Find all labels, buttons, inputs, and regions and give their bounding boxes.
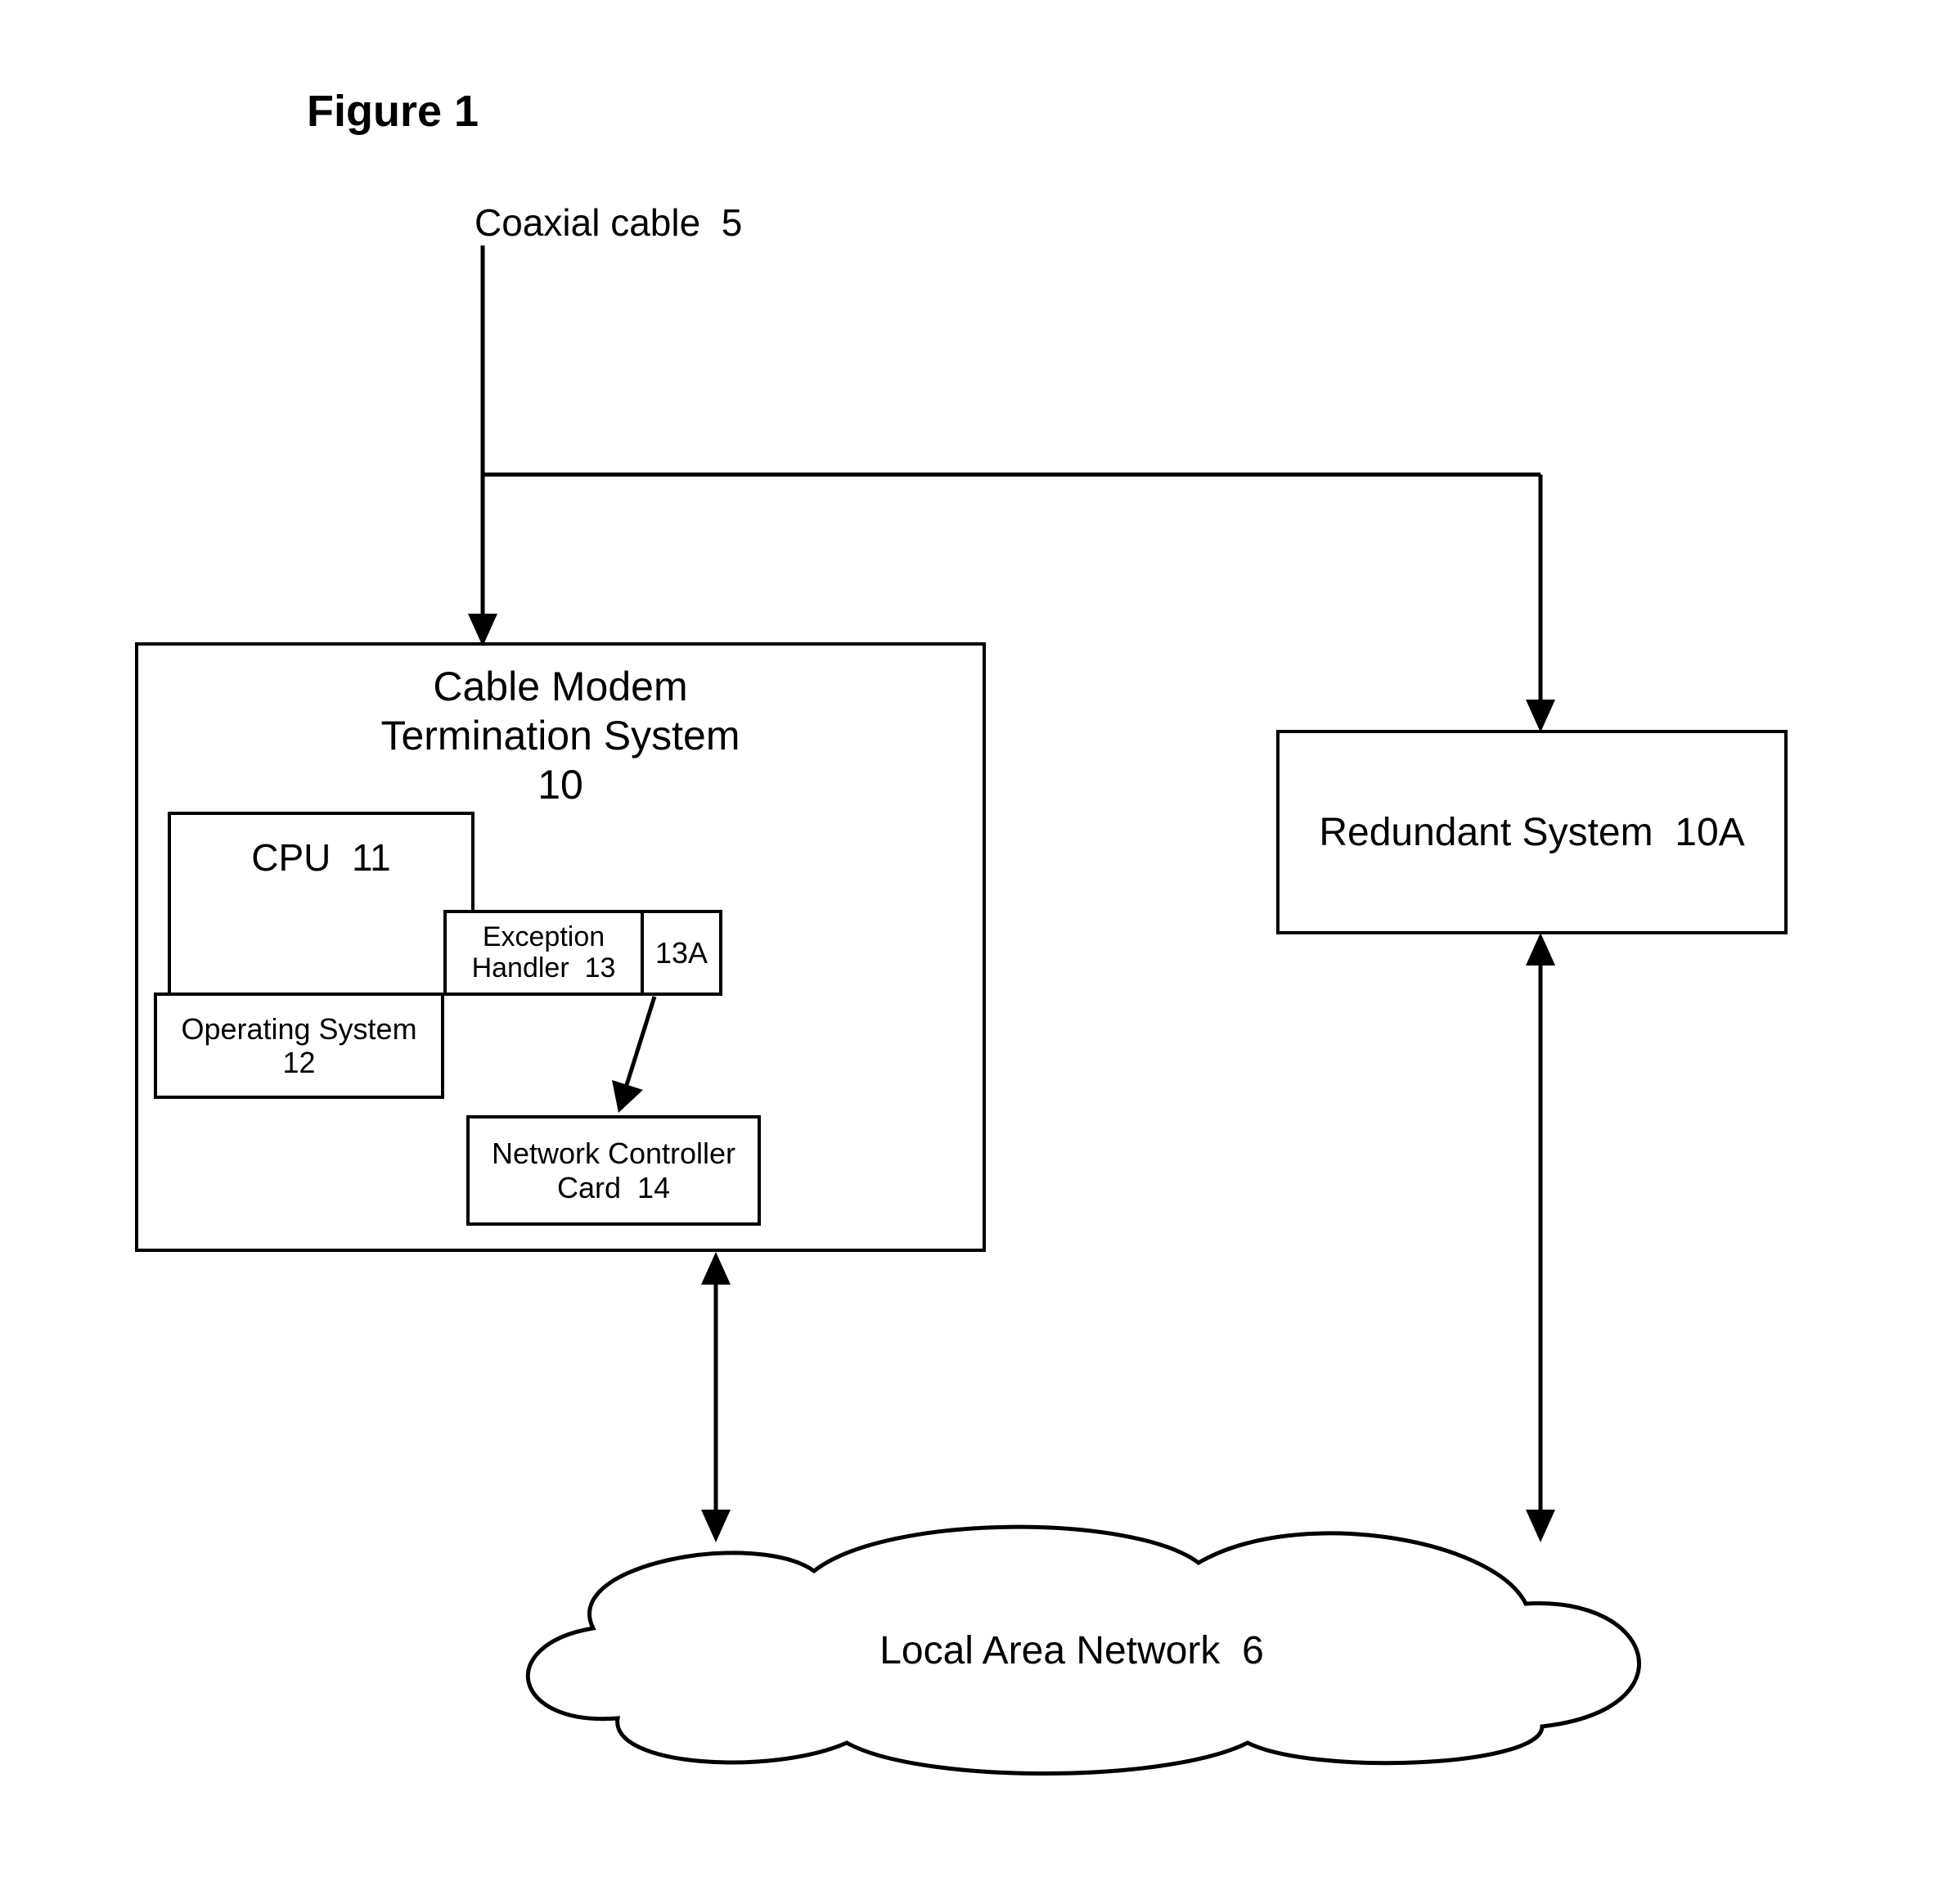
lan-label: Local Area Network 6 (462, 1628, 1681, 1673)
os-box: Operating System 12 (154, 993, 444, 1099)
os-text: Operating System (181, 1012, 416, 1046)
exception-handler-subbox: 13A (641, 910, 722, 996)
cpu-label: CPU 11 (171, 835, 471, 880)
diagram-canvas: Figure 1 Coaxial cable 5 Cable Modem Ter… (0, 0, 1943, 1904)
cpu-text: CPU (251, 836, 331, 879)
os-ref: 12 (282, 1046, 315, 1079)
eh-ref: 13 (585, 952, 616, 984)
lan-ref: 6 (1242, 1629, 1264, 1672)
lan-cloud: Local Area Network 6 (462, 1514, 1681, 1767)
cpu-box: CPU 11 (168, 812, 475, 996)
exception-handler-box: Exception Handler 13 (443, 910, 644, 996)
eh-subref: 13A (655, 936, 708, 970)
lan-text: Local Area Network (879, 1629, 1220, 1672)
cpu-ref: 11 (352, 836, 391, 879)
